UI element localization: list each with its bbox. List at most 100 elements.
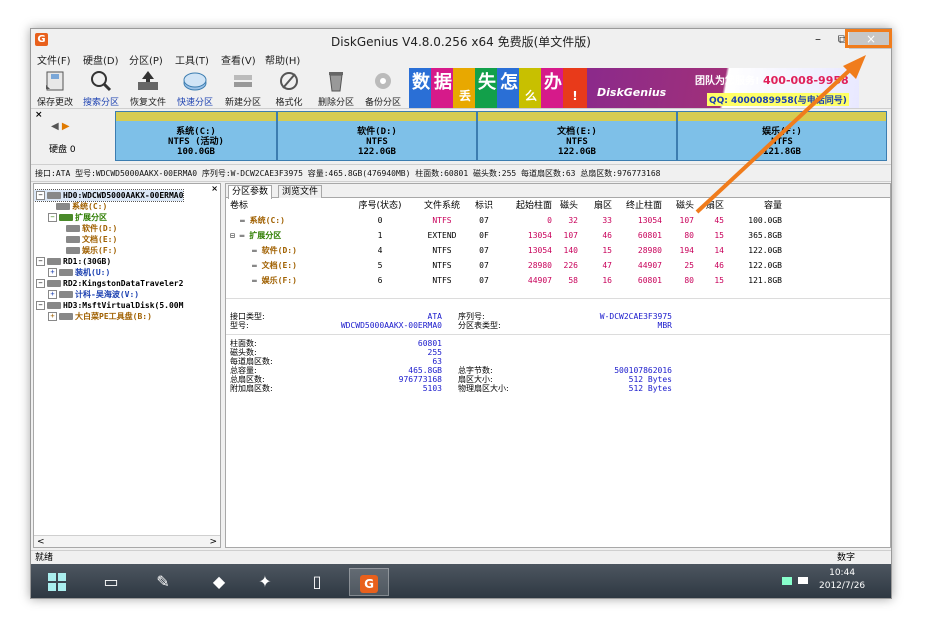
new-partition-button[interactable]: 新建分区 (221, 67, 265, 109)
table-cell: 46 (714, 261, 724, 270)
tab-partition-params[interactable]: 分区参数 (228, 185, 273, 199)
detail-value: 63 (432, 357, 442, 366)
column-header[interactable]: 磁头 (666, 200, 694, 213)
support-banner[interactable]: DiskGenius 团队为您服务! 400-008-9958 QQ: 4000… (587, 68, 859, 108)
partition-block-e[interactable]: 文档(E:) NTFS 122.0GB (477, 111, 677, 161)
taskbar-paint-icon[interactable]: ✦ (245, 568, 285, 596)
tree-item-label: RD1:(30GB) (63, 257, 112, 266)
collapse-icon[interactable]: − (36, 257, 45, 266)
app-window: G DiskGenius V4.8.0.256 x64 免费版(单文件版) – … (30, 28, 892, 599)
ad-banner[interactable]: 数 据 丢 失 怎 么 办 ! (409, 68, 587, 108)
banner-char: ! (563, 68, 587, 108)
volume-label[interactable]: ▬ 文档(E:) (252, 259, 297, 272)
partition-block-d[interactable]: 软件(D:) NTFS 122.0GB (277, 111, 477, 161)
collapse-icon[interactable]: − (36, 301, 45, 310)
banner-team: 团队为您服务! (695, 76, 760, 87)
tree-item[interactable]: − RD2:KingstonDataTraveler2 (34, 278, 183, 289)
partition-block-c[interactable]: 系统(C:) NTFS (活动) 100.0GB (115, 111, 277, 161)
monitor-tray-icon[interactable] (797, 575, 809, 587)
table-cell: 32 (568, 216, 578, 225)
taskbar-drive-icon[interactable]: ◆ (199, 568, 239, 596)
table-cell: 365.8GB (748, 231, 782, 240)
taskbar-tool-icon[interactable]: ✎ (143, 568, 183, 596)
volume-label[interactable]: ▬ 系统(C:) (240, 214, 285, 227)
backup-partition-button[interactable]: 备份分区 (361, 67, 405, 109)
tree-item[interactable]: − RD1:(30GB) (34, 256, 111, 267)
column-header[interactable]: 磁头 (556, 200, 578, 213)
partition-name: 系统(C:) (176, 127, 216, 137)
tree-item[interactable]: + 大白菜PE工具盘(B:) (34, 311, 152, 322)
partition-map: 系统(C:) NTFS (活动) 100.0GB 软件(D:) NTFS 122… (115, 111, 887, 161)
scroll-left-icon[interactable]: < (37, 536, 45, 547)
detail-value: 976773168 (398, 375, 442, 384)
column-header[interactable]: 标识 (474, 200, 494, 213)
taskbar-desktop-icon[interactable]: ▭ (91, 568, 131, 596)
collapse-icon[interactable]: − (48, 213, 57, 222)
disk-nav[interactable]: ◀ ▶ (51, 121, 70, 132)
collapse-icon[interactable]: − (36, 279, 45, 288)
taskbar-clock[interactable]: 10:44 2012/7/26 (819, 567, 865, 593)
tab-browse-files[interactable]: 浏览文件 (278, 185, 323, 198)
column-header[interactable]: 扇区 (582, 200, 612, 213)
tree-item[interactable]: − HD0:WDCWD5000AAKX-00ERMA0 (34, 189, 185, 202)
tree-item[interactable]: 文档(E:) (34, 234, 117, 245)
detail-key: 每道扇区数: (230, 357, 273, 366)
search-partition-button[interactable]: 搜索分区 (79, 67, 123, 109)
expand-icon[interactable]: + (48, 312, 57, 321)
tree-item[interactable]: − HD3:MsftVirtualDisk(5.00M (34, 300, 183, 311)
partition-name: 软件(D:) (357, 127, 397, 137)
column-header[interactable]: 文件系统 (420, 200, 464, 213)
column-header[interactable]: 扇区 (696, 200, 724, 213)
minimize-button[interactable]: – (807, 29, 829, 49)
table-cell: 122.0GB (748, 246, 782, 255)
column-header[interactable]: 序号(状态) (354, 200, 406, 213)
partition-fs: NTFS (771, 137, 793, 147)
tree-item[interactable]: + 装机(U:) (34, 267, 110, 278)
next-disk-icon[interactable]: ▶ (62, 121, 70, 132)
tree-hscrollbar[interactable]: < > (34, 535, 220, 547)
tree-item[interactable]: 软件(D:) (34, 223, 117, 234)
menu-view[interactable]: 查看(V) (221, 52, 256, 67)
tree-item[interactable]: + 计科-吴海波(V:) (34, 289, 139, 300)
disk-info-line: 接口:ATA 型号:WDCWD5000AAKX-00ERMA0 序列号:W-DC… (31, 166, 891, 182)
network-tray-icon[interactable] (781, 575, 793, 587)
delete-partition-button[interactable]: 删除分区 (313, 67, 359, 109)
menu-disk[interactable]: 硬盘(D) (83, 52, 119, 67)
volume-label[interactable]: ▬ 软件(D:) (252, 244, 297, 257)
expand-icon[interactable]: + (48, 290, 57, 299)
prev-disk-icon[interactable]: ◀ (51, 121, 59, 132)
column-header[interactable]: 终止柱面 (618, 200, 662, 213)
recover-files-button[interactable]: 恢复文件 (125, 67, 171, 109)
menu-tools[interactable]: 工具(T) (175, 52, 209, 67)
tree-item[interactable]: − 扩展分区 (34, 212, 107, 223)
table-cell: 6 (377, 276, 383, 285)
expand-icon[interactable]: + (48, 268, 57, 277)
table-cell: 13054 (527, 246, 552, 255)
column-header[interactable]: 起始柱面 (504, 200, 552, 213)
quick-partition-button[interactable]: 快速分区 (173, 67, 217, 109)
menu-partition[interactable]: 分区(P) (129, 52, 163, 67)
scroll-right-icon[interactable]: > (209, 536, 217, 547)
start-button[interactable] (37, 568, 77, 596)
table-cell: 46 (602, 231, 612, 240)
save-button[interactable]: 保存更改 (33, 67, 77, 109)
collapse-icon[interactable]: ⊟ (230, 231, 240, 240)
diskbar-close-icon[interactable]: × (35, 110, 43, 120)
tree-item-label: HD0:WDCWD5000AAKX-00ERMA0 (63, 191, 184, 200)
menu-help[interactable]: 帮助(H) (265, 52, 300, 67)
volume-label[interactable]: ▬ 娱乐(F:) (252, 274, 297, 287)
tree-item[interactable]: 系统(C:) (34, 201, 107, 212)
tree-item[interactable]: 娱乐(F:) (34, 245, 117, 256)
format-button[interactable]: 格式化 (269, 67, 309, 109)
collapse-icon[interactable]: − (36, 191, 45, 200)
partition-icon: ▬ (252, 246, 262, 255)
column-header[interactable]: 卷标 (230, 200, 340, 213)
volume-label[interactable]: ⊟ ▬ 扩展分区 (230, 229, 281, 242)
menu-file[interactable]: 文件(F) (37, 52, 71, 67)
partition-block-f[interactable]: 娱乐(F:) NTFS 121.8GB (677, 111, 887, 161)
windows-logo-icon (48, 573, 66, 591)
column-header[interactable]: 容量 (726, 200, 782, 213)
taskbar-diskgenius-icon[interactable]: G (349, 568, 389, 596)
taskbar-doc-icon[interactable]: ▯ (297, 568, 337, 596)
tree-close-icon[interactable]: × (211, 184, 218, 193)
